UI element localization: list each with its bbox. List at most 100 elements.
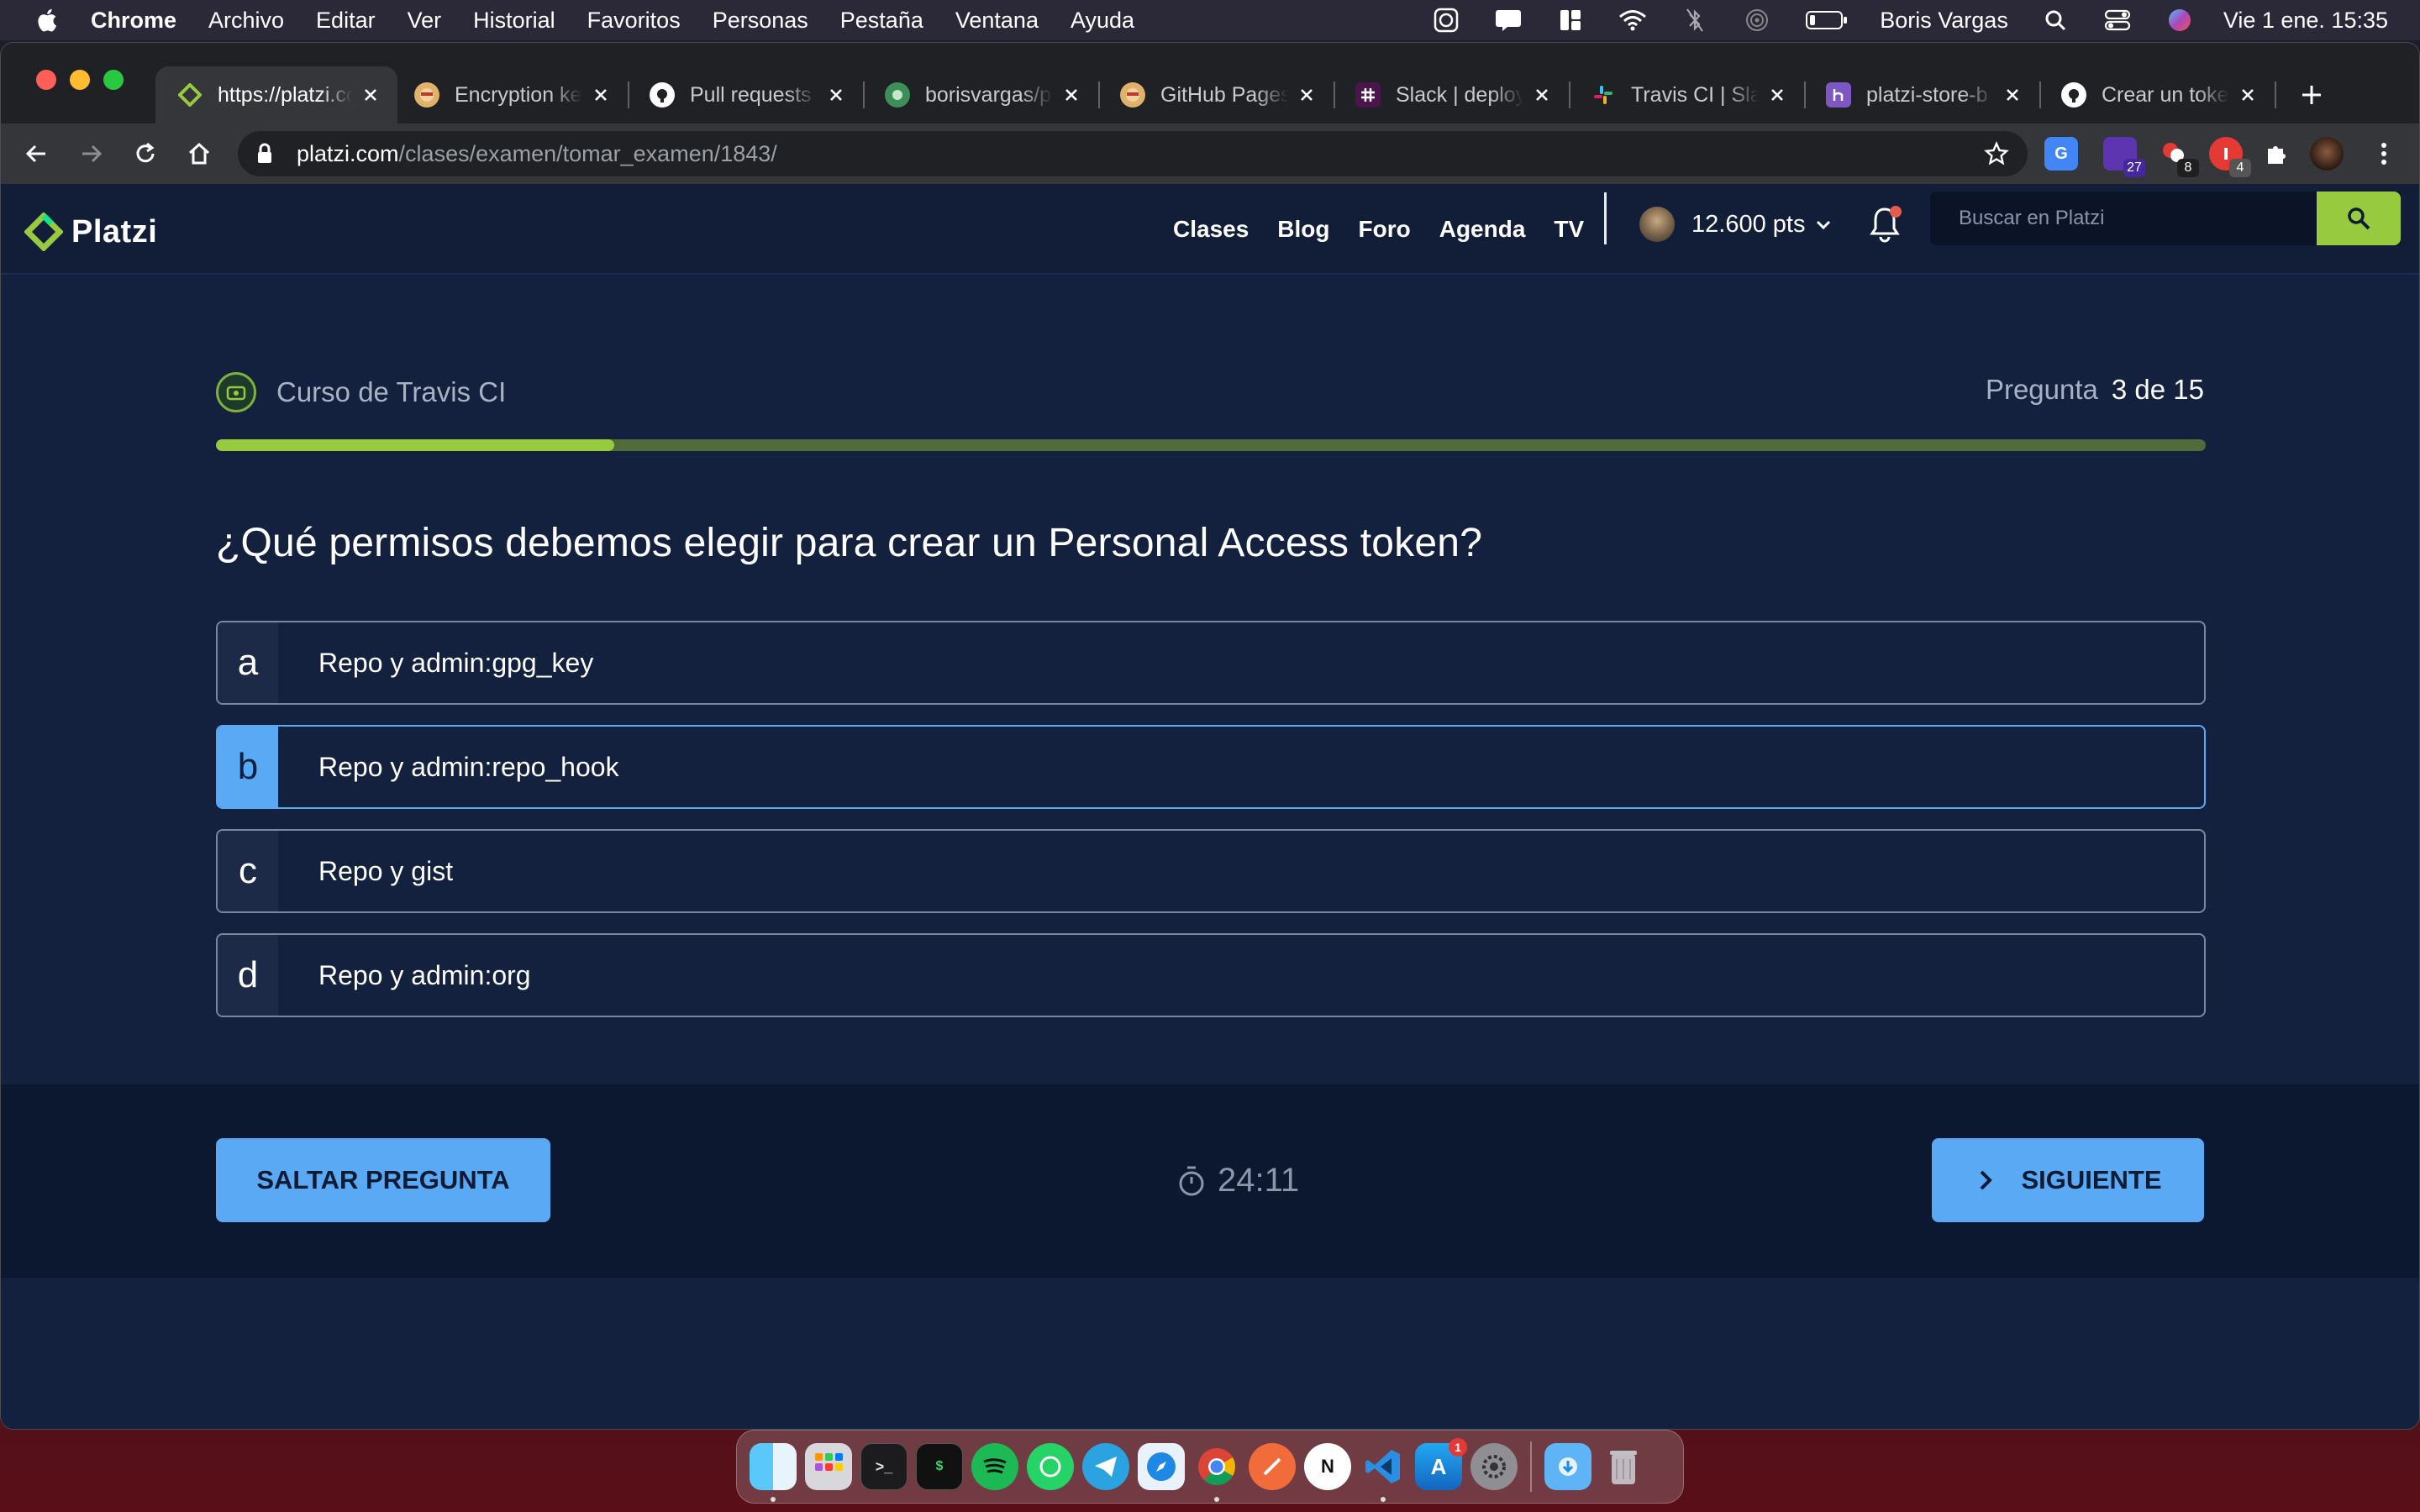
chrome-menu-kebab-icon[interactable]	[2367, 137, 2401, 171]
iterm-dock-icon[interactable]: $	[916, 1443, 963, 1490]
tab-label: Crear un token	[2102, 82, 2229, 107]
tab-borisvargas-repo[interactable]: borisvargas/platzi	[863, 66, 1098, 123]
apple-menu-icon[interactable]	[34, 6, 59, 34]
spotify-dock-icon[interactable]	[971, 1443, 1018, 1490]
extensions-puzzle-icon[interactable]	[2260, 137, 2293, 171]
app-store-dock-icon[interactable]: A1	[1415, 1438, 1467, 1490]
menu-user-name[interactable]: Boris Vargas	[1880, 8, 2008, 34]
next-question-button[interactable]: SIGUIENTE	[1932, 1138, 2204, 1222]
nav-agenda[interactable]: Agenda	[1439, 216, 1526, 243]
tab-github-pages[interactable]: GitHub Pages	[1098, 66, 1334, 123]
tab-close-icon[interactable]	[1295, 83, 1318, 107]
nav-blog[interactable]: Blog	[1277, 216, 1329, 243]
tab-travis-slack[interactable]: Travis CI | Slack	[1569, 66, 1804, 123]
postman-dock-icon[interactable]	[1249, 1443, 1296, 1490]
extension-icon[interactable]: 27	[2103, 137, 2145, 177]
home-icon[interactable]	[181, 135, 218, 172]
exam-progress-bar	[216, 439, 2206, 451]
tab-close-icon[interactable]	[1765, 83, 1789, 107]
search-placeholder: Buscar en Platzi	[1959, 207, 2105, 229]
vscode-dock-icon[interactable]	[1360, 1443, 1407, 1502]
notification-status-icon[interactable]	[1493, 8, 1523, 33]
profile-avatar[interactable]	[2310, 137, 2344, 171]
window-minimize-button[interactable]	[70, 70, 90, 90]
skip-question-button[interactable]: SALTAR PREGUNTA	[216, 1138, 550, 1222]
forward-arrow-icon[interactable]	[73, 135, 110, 172]
url-text[interactable]: platzi.com/clases/examen/tomar_examen/18…	[297, 141, 777, 167]
tab-close-icon[interactable]	[2236, 83, 2260, 107]
terminal-dock-icon[interactable]: >_	[860, 1443, 908, 1490]
menu-favoritos[interactable]: Favoritos	[587, 8, 681, 34]
menu-ayuda[interactable]: Ayuda	[1071, 8, 1134, 34]
window-zoom-button[interactable]	[103, 70, 124, 90]
telegram-dock-icon[interactable]	[1082, 1443, 1129, 1490]
tab-crear-token[interactable]: Crear un token	[2039, 66, 2275, 123]
siri-icon[interactable]	[2165, 8, 2195, 33]
tab-separator	[2275, 81, 2276, 108]
menu-ver[interactable]: Ver	[408, 8, 442, 34]
downloads-folder-dock-icon[interactable]	[1544, 1443, 1591, 1490]
answer-option-d[interactable]: d Repo y admin:org	[216, 933, 2206, 1017]
heroku-favicon-icon	[1826, 82, 1851, 108]
menu-pestana[interactable]: Pestaña	[840, 8, 923, 34]
safari-dock-icon[interactable]	[1138, 1443, 1185, 1490]
user-points-menu[interactable]: 12.600 pts	[1639, 202, 1833, 246]
adblock-extension-icon[interactable]: 4	[2209, 137, 2251, 177]
tab-close-icon[interactable]	[359, 83, 382, 107]
tab-slack-deploy[interactable]: Slack | deploy	[1334, 66, 1569, 123]
bluetooth-off-icon[interactable]	[1680, 8, 1710, 33]
address-bar[interactable]: platzi.com/clases/examen/tomar_examen/18…	[238, 131, 2028, 176]
launchpad-dock-icon[interactable]	[805, 1443, 852, 1490]
nav-foro[interactable]: Foro	[1359, 216, 1411, 243]
search-button[interactable]	[2317, 192, 2401, 245]
menu-historial[interactable]: Historial	[473, 8, 555, 34]
tab-close-icon[interactable]	[1060, 83, 1083, 107]
bookmark-star-icon[interactable]	[1984, 141, 2009, 166]
user-points: 12.600 pts	[1691, 210, 1806, 238]
notion-dock-icon[interactable]: N	[1304, 1443, 1351, 1490]
wifi-icon[interactable]	[1618, 8, 1648, 33]
google-translate-extension-icon[interactable]: G	[2044, 137, 2078, 171]
finder-dock-icon[interactable]	[750, 1443, 797, 1502]
window-close-button[interactable]	[36, 70, 56, 90]
trash-dock-icon[interactable]	[1600, 1443, 1647, 1490]
chrome-dock-icon[interactable]	[1193, 1443, 1240, 1502]
menu-ventana[interactable]: Ventana	[955, 8, 1039, 34]
menu-datetime[interactable]: Vie 1 ene. 15:35	[2223, 8, 2388, 34]
nav-tv[interactable]: TV	[1554, 216, 1584, 243]
pomodoro-extension-icon[interactable]: 8	[2157, 137, 2199, 177]
platzi-logo[interactable]: Platzi	[24, 213, 157, 251]
lock-icon[interactable]	[256, 141, 278, 166]
control-center-icon[interactable]	[2102, 8, 2133, 33]
spotlight-search-icon[interactable]	[2040, 8, 2070, 33]
answer-option-a[interactable]: a Repo y admin:gpg_key	[216, 621, 2206, 705]
window-layout-icon[interactable]	[1555, 8, 1586, 33]
tab-close-icon[interactable]	[589, 83, 613, 107]
tab-close-icon[interactable]	[824, 83, 848, 107]
tab-label: Pull requests	[690, 82, 812, 107]
reload-icon[interactable]	[127, 135, 164, 172]
back-arrow-icon[interactable]	[18, 135, 55, 172]
tab-close-icon[interactable]	[1530, 83, 1554, 107]
menu-app-name[interactable]: Chrome	[91, 8, 176, 34]
tab-platzi-store[interactable]: platzi-store-b	[1804, 66, 2039, 123]
whatsapp-dock-icon[interactable]	[1027, 1443, 1074, 1490]
running-indicator	[771, 1497, 776, 1502]
nav-clases[interactable]: Clases	[1173, 216, 1249, 243]
battery-icon[interactable]	[1804, 8, 1849, 33]
answer-option-b[interactable]: b Repo y admin:repo_hook	[216, 725, 2206, 809]
tab-pull-requests[interactable]: Pull requests	[628, 66, 863, 123]
system-preferences-dock-icon[interactable]	[1470, 1443, 1518, 1490]
new-tab-plus-icon[interactable]	[2293, 76, 2330, 113]
answer-option-c[interactable]: c Repo y gist	[216, 829, 2206, 913]
tab-close-icon[interactable]	[2001, 83, 2024, 107]
airdrop-icon[interactable]	[1742, 8, 1772, 33]
tab-encryption-keys[interactable]: Encryption keys	[392, 66, 628, 123]
tab-platzi-exam[interactable]: https://platzi.com/clases/examen/tomar_e…	[155, 66, 397, 123]
menu-archivo[interactable]: Archivo	[208, 8, 284, 34]
notifications-bell-icon[interactable]	[1866, 204, 1903, 244]
menu-personas[interactable]: Personas	[713, 8, 808, 34]
option-letter: a	[218, 622, 278, 703]
aperture-status-icon[interactable]	[1431, 8, 1461, 33]
menu-editar[interactable]: Editar	[316, 8, 376, 34]
